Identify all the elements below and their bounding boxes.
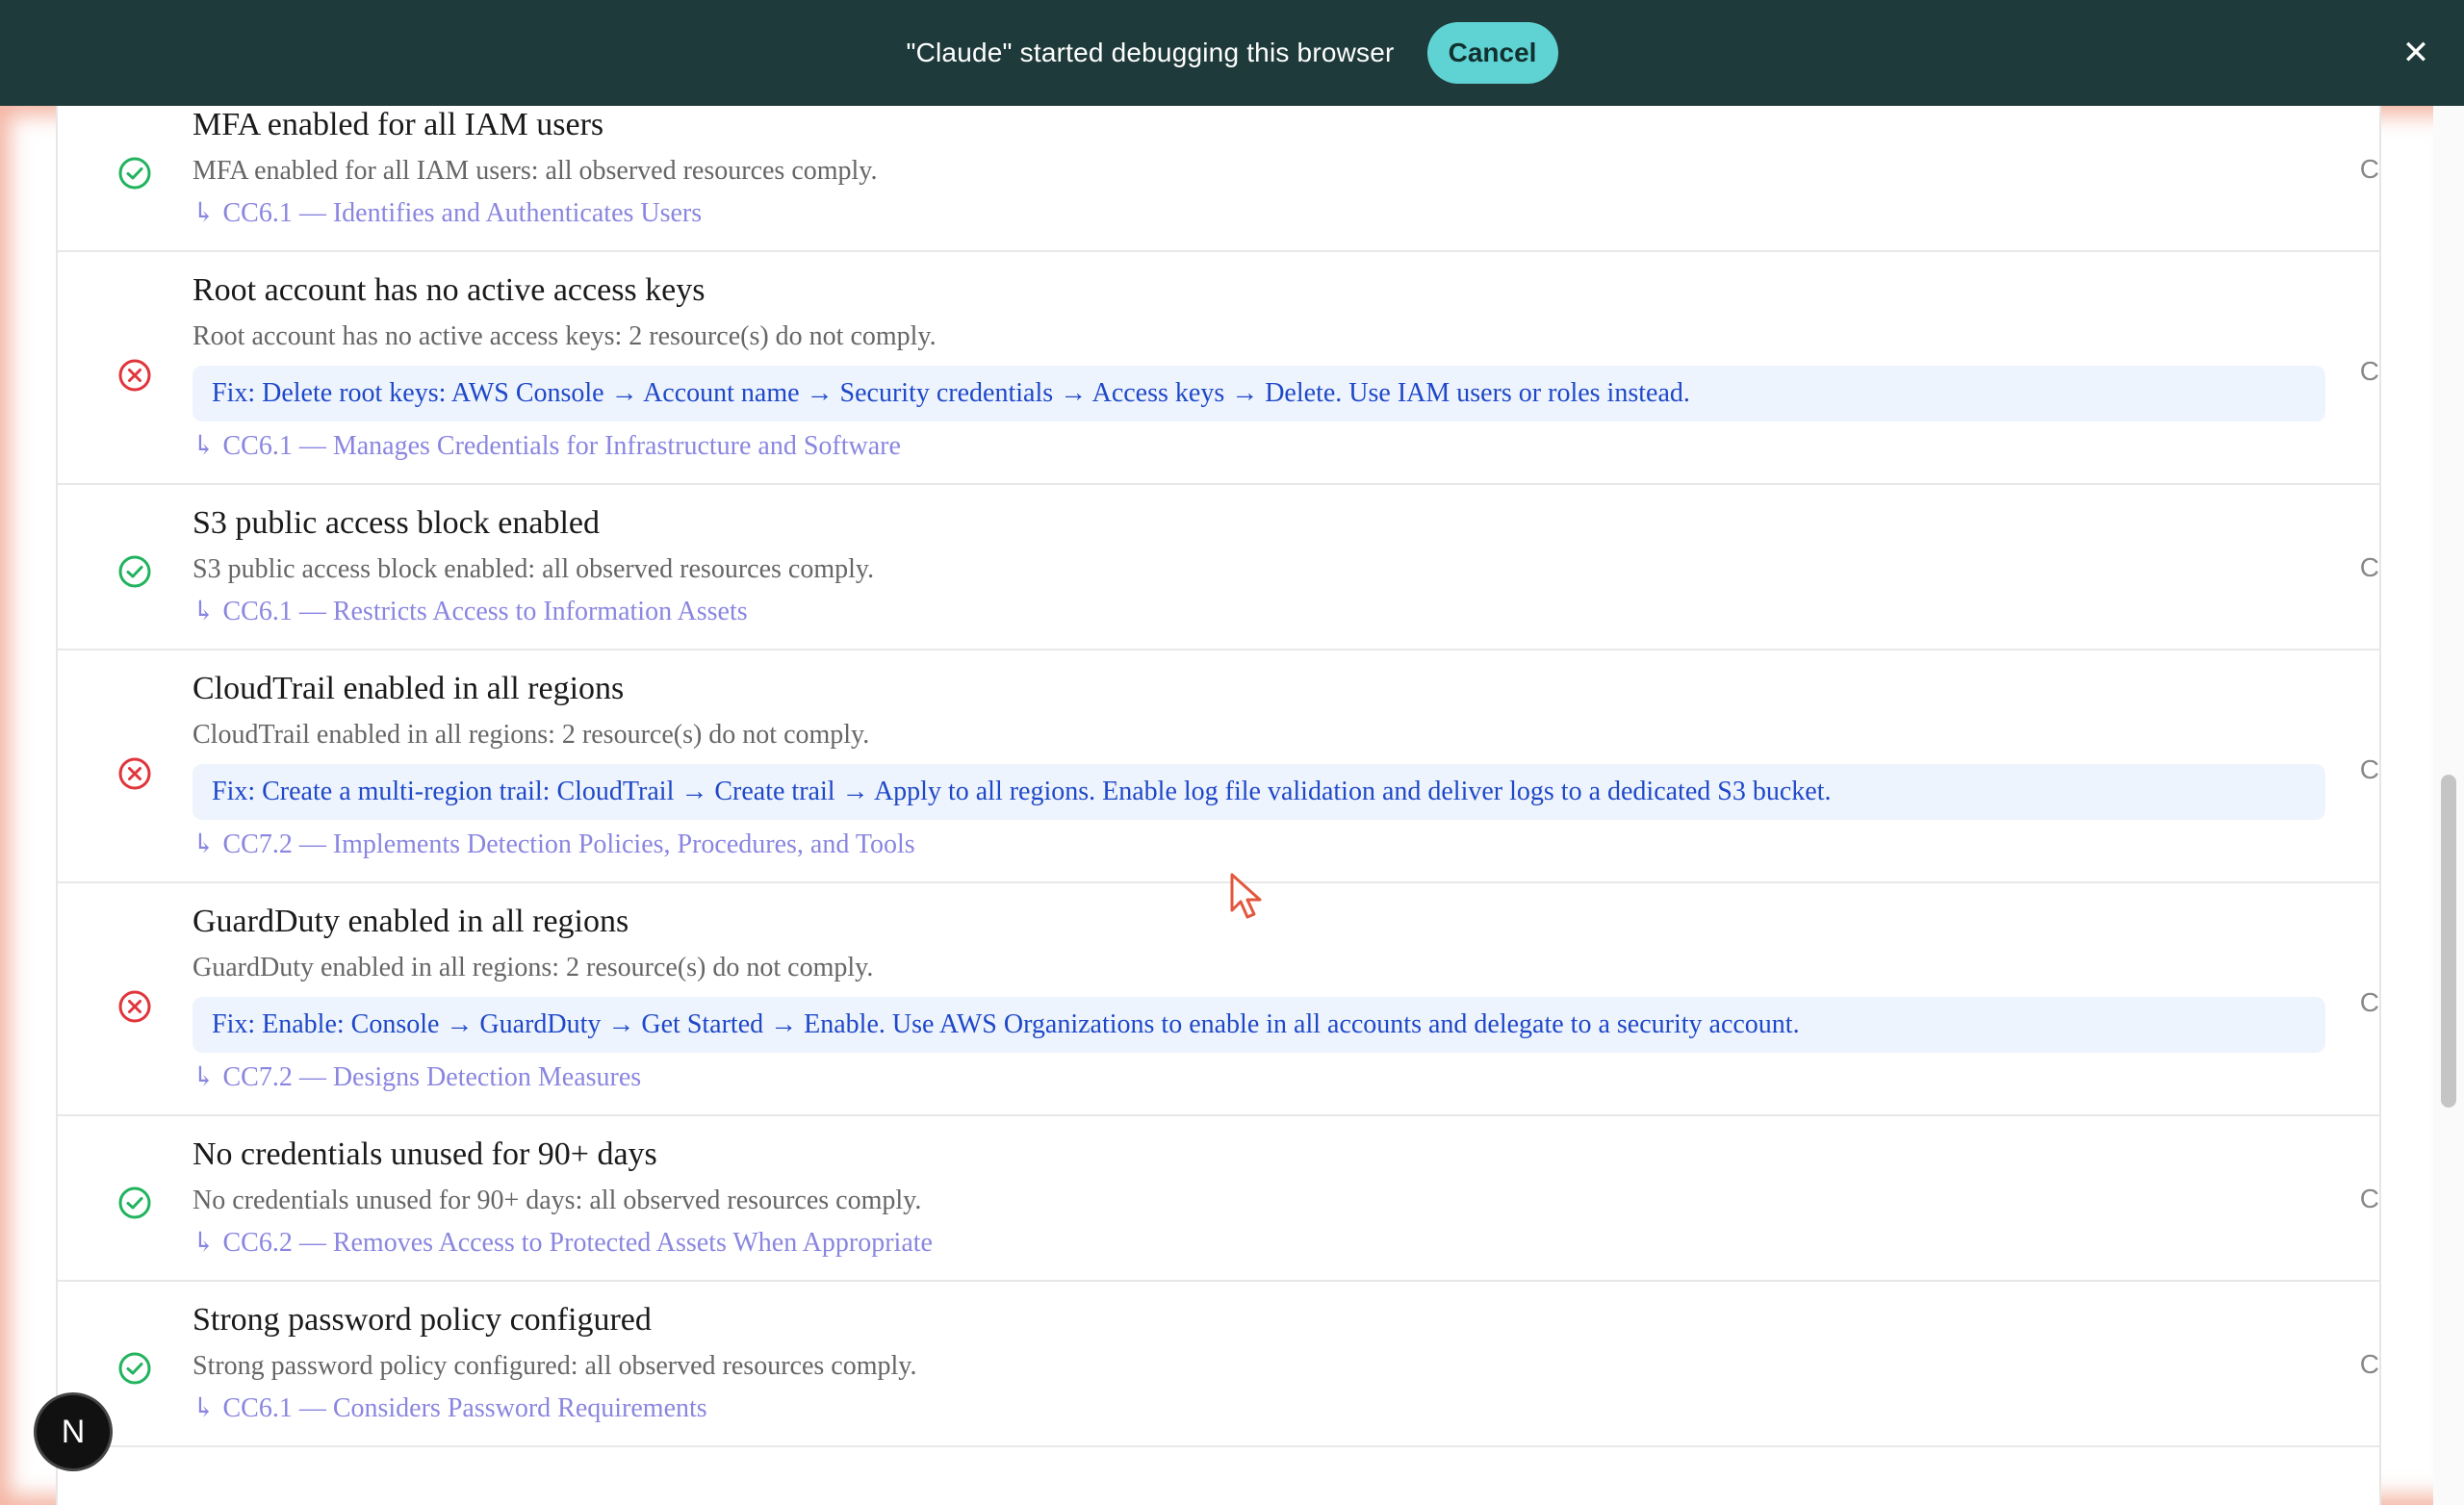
return-arrow-icon: ↳ <box>192 597 216 626</box>
control-link[interactable]: ↳ CC6.1 — Considers Password Requirements <box>192 1390 2379 1428</box>
check-row[interactable]: Root account has no active access keys Ro… <box>58 252 2379 485</box>
row-right-text: C <box>2359 754 2379 784</box>
vertical-scrollbar[interactable] <box>2433 106 2464 1505</box>
debug-banner: "Claude" started debugging this browser … <box>0 0 2464 106</box>
check-circle-icon <box>117 1351 152 1386</box>
control-label: CC7.2 — Implements Detection Policies, P… <box>222 829 915 859</box>
return-arrow-icon: ↳ <box>192 1393 216 1423</box>
row-right-text: C <box>2359 356 2379 386</box>
control-label: CC6.1 — Restricts Access to Information … <box>222 597 748 626</box>
check-title: S3 public access block enabled <box>192 505 600 541</box>
x-circle-icon <box>117 358 152 393</box>
control-link[interactable]: ↳ CC7.2 — Implements Detection Policies, … <box>192 826 2379 864</box>
control-label: CC6.2 — Removes Access to Protected Asse… <box>222 1228 933 1258</box>
check-title: MFA enabled for all IAM users <box>192 107 604 142</box>
check-circle-icon <box>117 156 152 191</box>
check-description: Strong password policy configured: all o… <box>192 1351 917 1381</box>
fix-instructions: Fix: Create a multi-region trail: CloudT… <box>192 764 2325 820</box>
debug-message: "Claude" started debugging this browser <box>906 38 1395 67</box>
check-description: GuardDuty enabled in all regions: 2 reso… <box>192 953 874 982</box>
check-description: S3 public access block enabled: all obse… <box>192 554 875 584</box>
content-viewport: MFA enabled for all IAM users MFA enabled… <box>0 106 2464 1505</box>
return-arrow-icon: ↳ <box>192 198 216 228</box>
close-icon[interactable]: ✕ <box>2395 32 2437 74</box>
check-description: CloudTrail enabled in all regions: 2 res… <box>192 720 870 750</box>
control-label: CC6.1 — Manages Credentials for Infrastr… <box>222 431 901 461</box>
fix-instructions: Fix: Enable: Console → GuardDuty → Get S… <box>192 997 2325 1053</box>
row-right-text: C <box>2359 552 2379 582</box>
check-title: CloudTrail enabled in all regions <box>192 671 625 706</box>
check-title: Root account has no active access keys <box>192 272 706 308</box>
control-label: CC7.2 — Designs Detection Measures <box>222 1062 642 1092</box>
check-circle-icon <box>117 554 152 589</box>
check-circle-icon <box>117 1186 152 1220</box>
row-right-text: C <box>2359 1349 2379 1379</box>
return-arrow-icon: ↳ <box>192 431 216 461</box>
check-title: GuardDuty enabled in all regions <box>192 904 629 939</box>
control-link[interactable]: ↳ CC6.1 — Identifies and Authenticates Us… <box>192 194 2379 233</box>
check-description: MFA enabled for all IAM users: all obser… <box>192 156 878 186</box>
control-link[interactable]: ↳ CC6.2 — Removes Access to Protected Ass… <box>192 1224 2379 1263</box>
cancel-button[interactable]: Cancel <box>1426 22 1558 84</box>
check-row[interactable]: CloudTrail enabled in all regions CloudTr… <box>58 650 2379 883</box>
check-row[interactable]: No credentials unused for 90+ days No cre… <box>58 1116 2379 1282</box>
check-description: No credentials unused for 90+ days: all … <box>192 1186 922 1215</box>
x-circle-icon <box>117 756 152 791</box>
control-link[interactable]: ↳ CC7.2 — Designs Detection Measures <box>192 1059 2379 1097</box>
x-circle-icon <box>117 989 152 1024</box>
scrollbar-thumb[interactable] <box>2441 775 2456 1108</box>
control-link[interactable]: ↳ CC6.1 — Restricts Access to Information… <box>192 593 2379 631</box>
check-description: Root account has no active access keys: … <box>192 321 937 351</box>
check-title: Strong password policy configured <box>192 1302 652 1338</box>
check-row[interactable]: S3 public access block enabled S3 public … <box>58 485 2379 650</box>
avatar[interactable]: N <box>37 1395 110 1468</box>
control-label: CC6.1 — Identifies and Authenticates Use… <box>222 198 703 228</box>
return-arrow-icon: ↳ <box>192 829 216 859</box>
checks-list: MFA enabled for all IAM users MFA enabled… <box>58 106 2379 1447</box>
mouse-pointer-icon <box>1230 873 1262 919</box>
check-row[interactable]: MFA enabled for all IAM users MFA enabled… <box>58 106 2379 252</box>
row-right-text: C <box>2359 1184 2379 1213</box>
return-arrow-icon: ↳ <box>192 1062 216 1092</box>
row-right-text: C <box>2359 987 2379 1017</box>
check-row[interactable]: GuardDuty enabled in all regions GuardDut… <box>58 883 2379 1116</box>
check-row[interactable]: Strong password policy configured Strong … <box>58 1282 2379 1447</box>
checks-panel: MFA enabled for all IAM users MFA enabled… <box>56 106 2381 1505</box>
return-arrow-icon: ↳ <box>192 1228 216 1258</box>
row-right-text: C <box>2359 154 2379 184</box>
control-link[interactable]: ↳ CC6.1 — Manages Credentials for Infrast… <box>192 427 2379 466</box>
check-title: No credentials unused for 90+ days <box>192 1136 657 1172</box>
control-label: CC6.1 — Considers Password Requirements <box>222 1393 707 1423</box>
fix-instructions: Fix: Delete root keys: AWS Console → Acc… <box>192 366 2325 421</box>
